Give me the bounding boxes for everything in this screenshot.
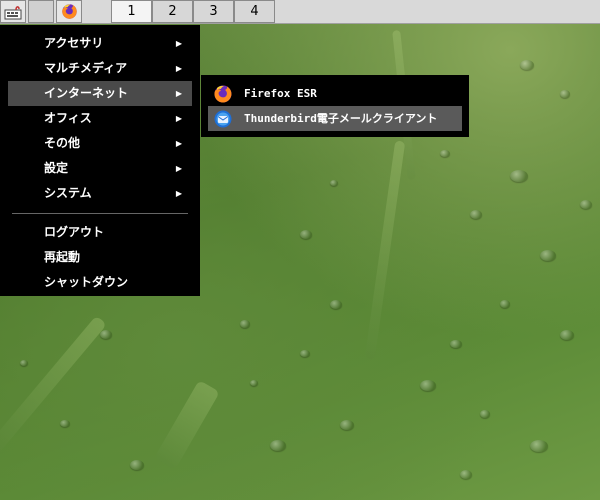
- menu-item-other[interactable]: その他 ▶: [8, 131, 192, 156]
- menu-item-system[interactable]: システム ▶: [8, 181, 192, 206]
- main-menu: アクセサリ ▶ マルチメディア ▶ インターネット ▶ オフィス ▶ その他 ▶…: [0, 25, 200, 296]
- submenu-arrow-icon: ▶: [175, 164, 182, 173]
- menu-item-multimedia[interactable]: マルチメディア ▶: [8, 56, 192, 81]
- water-drop: [480, 410, 490, 418]
- firefox-icon: [61, 4, 77, 19]
- menu-item-label: その他: [44, 136, 81, 150]
- menu-item-label: 再起動: [44, 250, 81, 264]
- app-menu-button[interactable]: [0, 0, 26, 23]
- water-drop: [250, 380, 258, 386]
- water-drop: [60, 420, 70, 427]
- water-drop: [530, 440, 548, 452]
- submenu-item-firefox[interactable]: Firefox ESR: [208, 81, 462, 106]
- water-drop: [330, 300, 342, 309]
- menu-item-label: マルチメディア: [44, 61, 128, 75]
- water-drop: [270, 440, 286, 451]
- empty-launcher-button[interactable]: [28, 0, 54, 23]
- water-drop: [20, 360, 28, 366]
- menu-item-label: ログアウト: [44, 225, 105, 239]
- water-drop: [460, 470, 472, 479]
- desktop-1-button[interactable]: 1: [111, 0, 152, 23]
- water-drop: [100, 330, 112, 339]
- app-menu-icon: [4, 5, 22, 19]
- menu-item-internet[interactable]: インターネット ▶: [8, 81, 192, 106]
- submenu-arrow-icon: ▶: [175, 64, 182, 73]
- menu-item-logout[interactable]: ログアウト: [8, 220, 192, 245]
- menu-item-settings[interactable]: 設定 ▶: [8, 156, 192, 181]
- water-drop: [300, 350, 310, 357]
- water-drop: [300, 230, 312, 239]
- menu-item-office[interactable]: オフィス ▶: [8, 106, 192, 131]
- submenu-arrow-icon: ▶: [175, 114, 182, 123]
- taskbar: 1 2 3 4: [0, 0, 600, 24]
- menu-item-reboot[interactable]: 再起動: [8, 245, 192, 270]
- menu-item-shutdown[interactable]: シャットダウン: [8, 270, 192, 295]
- water-drop: [330, 180, 338, 186]
- menu-item-label: シャットダウン: [44, 275, 129, 289]
- water-streak: [364, 140, 406, 360]
- water-drop: [240, 320, 250, 328]
- water-drop: [440, 150, 450, 157]
- thunderbird-icon: [214, 110, 232, 128]
- water-drop: [540, 250, 556, 261]
- firefox-launcher-button[interactable]: [56, 0, 82, 23]
- menu-separator: [12, 213, 188, 214]
- desktop-3-button[interactable]: 3: [193, 0, 234, 23]
- water-drop: [560, 90, 570, 98]
- menu-item-label: インターネット: [44, 86, 129, 100]
- firefox-icon: [214, 85, 232, 103]
- submenu-item-thunderbird[interactable]: Thunderbird電子メールクライアント: [208, 106, 462, 131]
- submenu-item-label: Thunderbird電子メールクライアント: [244, 112, 438, 125]
- water-drop: [420, 380, 436, 391]
- submenu-arrow-icon: ▶: [175, 89, 182, 98]
- water-drop: [560, 330, 574, 340]
- menu-item-label: オフィス: [44, 111, 92, 125]
- submenu-arrow-icon: ▶: [175, 39, 182, 48]
- water-drop: [580, 200, 592, 209]
- water-streak: [154, 380, 220, 470]
- water-streak: [0, 315, 107, 455]
- water-drop: [130, 460, 144, 470]
- water-drop: [500, 300, 510, 308]
- water-drop: [340, 420, 354, 430]
- submenu-arrow-icon: ▶: [175, 139, 182, 148]
- submenu-arrow-icon: ▶: [175, 189, 182, 198]
- desktop-2-button[interactable]: 2: [152, 0, 193, 23]
- water-drop: [510, 170, 528, 182]
- menu-item-accessories[interactable]: アクセサリ ▶: [8, 31, 192, 56]
- water-drop: [520, 60, 534, 70]
- internet-submenu: Firefox ESR Thunderbird電子メールクライアント: [201, 75, 469, 137]
- menu-item-label: 設定: [44, 161, 69, 175]
- water-drop: [470, 210, 482, 219]
- water-drop: [450, 340, 462, 348]
- desktop-4-button[interactable]: 4: [234, 0, 275, 23]
- desktop-background: 1 2 3 4 アクセサリ ▶ マルチメディア ▶ インターネット ▶ オフィス…: [0, 0, 600, 500]
- menu-item-label: システム: [44, 186, 92, 200]
- submenu-item-label: Firefox ESR: [244, 87, 317, 100]
- menu-item-label: アクセサリ: [44, 36, 104, 50]
